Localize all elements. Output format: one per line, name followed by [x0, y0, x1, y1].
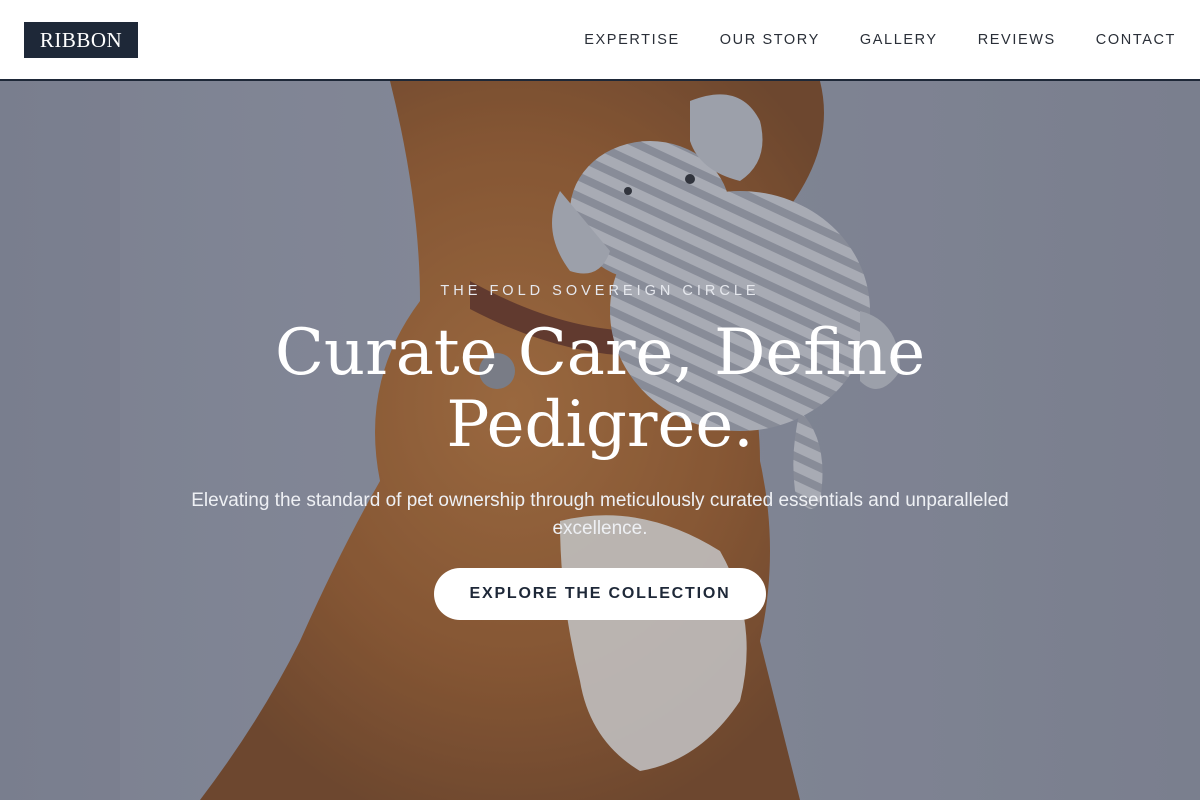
explore-collection-button[interactable]: EXPLORE THE COLLECTION [434, 568, 766, 620]
hero-section: THE FOLD SOVEREIGN CIRCLE Curate Care, D… [0, 81, 1200, 800]
nav-item-expertise[interactable]: EXPERTISE [584, 30, 680, 50]
main-nav: EXPERTISE OUR STORY GALLERY REVIEWS CONT… [544, 30, 1176, 50]
nav-item-contact[interactable]: CONTACT [1096, 30, 1176, 50]
hero-subtitle: Elevating the standard of pet ownership … [191, 490, 1009, 539]
nav-item-reviews[interactable]: REVIEWS [978, 30, 1056, 50]
hero-eyebrow: THE FOLD SOVEREIGN CIRCLE [440, 283, 760, 299]
nav-item-gallery[interactable]: GALLERY [860, 30, 938, 50]
top-navigation-bar: RIBBON EXPERTISE OUR STORY GALLERY REVIE… [0, 0, 1200, 81]
hero-headline: Curate Care, Define Pedigree. [274, 316, 926, 462]
hero-content: THE FOLD SOVEREIGN CIRCLE Curate Care, D… [0, 81, 1200, 800]
nav-item-our-story[interactable]: OUR STORY [720, 30, 820, 50]
brand-logo[interactable]: RIBBON [24, 22, 138, 58]
